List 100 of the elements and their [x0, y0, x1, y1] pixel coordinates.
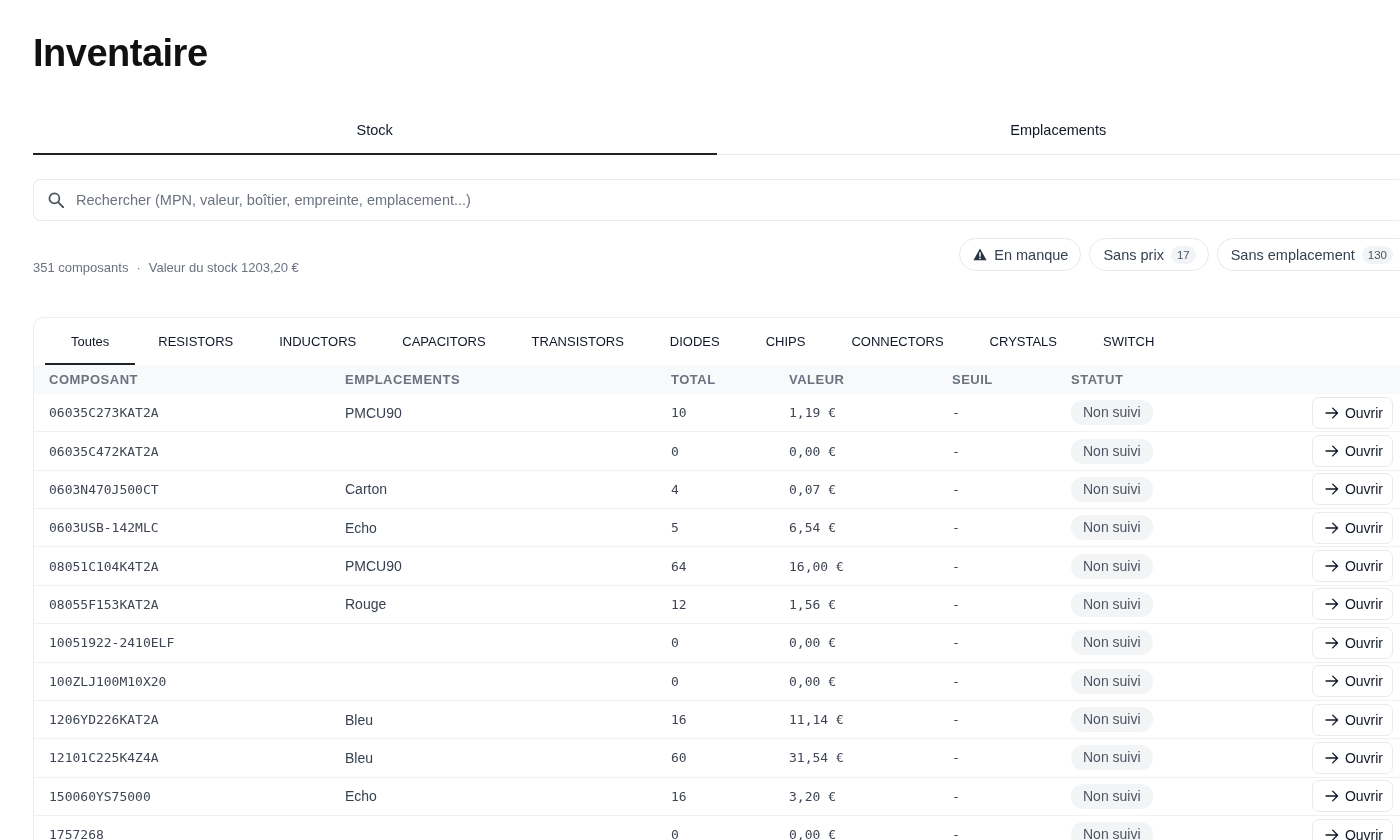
category-tab[interactable]: INDUCTORS — [256, 318, 380, 365]
table-cell-text: Bleu — [345, 711, 375, 728]
table-cell-text: - — [952, 635, 961, 651]
table-cell-text: Echo — [345, 519, 378, 536]
table-cell-text: 100ZLJ100M10X20 — [49, 673, 168, 689]
status-badge: Non suivi — [1071, 515, 1153, 541]
open-button[interactable]: Ouvrir — [1311, 435, 1393, 468]
column-header: TOTAL — [671, 372, 717, 387]
table-cell-text: PMCU90 — [345, 558, 403, 575]
view-tab[interactable]: Emplacements — [716, 106, 1400, 155]
status-badge: Non suivi — [1071, 822, 1153, 840]
table-cell-text: 08051C104K4T2A — [49, 558, 160, 574]
filter-chip[interactable]: Sans prix 17 — [1089, 238, 1209, 271]
table-cell-text: 10051922-2410ELF — [49, 635, 176, 651]
category-tab[interactable]: RESISTORS — [135, 318, 257, 365]
table-cell-text: 0,07 € — [789, 481, 837, 497]
table-cell-text: 16 — [671, 788, 688, 804]
open-button[interactable]: Ouvrir — [1311, 818, 1393, 840]
table-cell-text: 3,20 € — [789, 788, 837, 804]
arrow-right-icon — [1324, 406, 1339, 419]
table-cell-text: 1,19 € — [789, 405, 837, 421]
category-tab[interactable]: DIODES — [646, 318, 743, 365]
table-cell-text: 0 — [671, 673, 680, 689]
open-button[interactable]: Ouvrir — [1311, 665, 1393, 698]
filter-chip[interactable]: Sans emplacement 130 — [1216, 238, 1400, 271]
table-cell-text: Carton — [345, 481, 389, 498]
status-badge: Non suivi — [1071, 707, 1153, 733]
category-tab[interactable]: CAPACITORS — [379, 318, 509, 365]
table-cell-text: - — [952, 712, 961, 728]
stock-value: Valeur du stock 1203,20 € — [148, 259, 299, 277]
open-button[interactable]: Ouvrir — [1311, 550, 1393, 583]
table-cell-text: 0 — [671, 635, 680, 651]
status-badge: Non suivi — [1071, 553, 1153, 579]
table-cell-text: - — [952, 520, 961, 536]
status-badge: Non suivi — [1071, 400, 1153, 426]
arrow-right-icon — [1324, 521, 1339, 534]
arrow-right-icon — [1324, 675, 1339, 688]
open-button[interactable]: Ouvrir — [1311, 780, 1393, 813]
count-badge: 17 — [1170, 245, 1196, 264]
open-button[interactable]: Ouvrir — [1311, 511, 1393, 544]
column-header: SEUIL — [952, 372, 994, 387]
column-header: COMPOSANT — [49, 372, 139, 387]
arrow-right-icon — [1324, 560, 1339, 573]
search-field[interactable]: Rechercher (MPN, valeur, boîtier, empreinte, emplacement...) — [33, 179, 1400, 221]
table-cell-text: - — [952, 405, 961, 421]
open-button[interactable]: Ouvrir — [1311, 473, 1393, 506]
category-tab[interactable]: TRANSISTORS — [508, 318, 647, 365]
open-button[interactable]: Ouvrir — [1311, 703, 1393, 736]
arrow-right-icon — [1324, 751, 1339, 764]
table-cell-text: 16,00 € — [789, 558, 845, 574]
table-cell-text: 1,56 € — [789, 596, 837, 612]
open-button[interactable]: Ouvrir — [1311, 588, 1393, 621]
search-icon — [48, 192, 64, 208]
view-tab[interactable]: Stock — [33, 106, 717, 155]
table-cell-text: 0603USB-142MLC — [49, 520, 160, 536]
arrow-right-icon — [1324, 828, 1339, 840]
table-cell-text: 0 — [671, 443, 680, 459]
category-tab[interactable]: CONNECTORS — [828, 318, 967, 365]
table-cell-text: Rouge — [345, 596, 388, 613]
status-badge: Non suivi — [1071, 630, 1153, 656]
table-cell-text: Bleu — [345, 749, 375, 766]
warning-icon — [973, 248, 988, 261]
filter-chip[interactable]: En manque — [959, 238, 1082, 271]
open-button[interactable]: Ouvrir — [1311, 741, 1393, 774]
table-cell-text: 5 — [671, 520, 680, 536]
table-cell-text: Echo — [345, 788, 378, 805]
table-cell-text: 64 — [671, 558, 688, 574]
open-button[interactable]: Ouvrir — [1311, 626, 1393, 659]
table-cell-text: PMCU90 — [345, 404, 403, 421]
arrow-right-icon — [1324, 445, 1339, 458]
column-header: STATUT — [1071, 372, 1125, 387]
table-cell-text: 60 — [671, 750, 688, 766]
arrow-right-icon — [1324, 713, 1339, 726]
table-cell-text: - — [952, 827, 961, 840]
table-cell-text: 06035C472KAT2A — [49, 443, 160, 459]
table-cell-text: 1206YD226KAT2A — [49, 712, 160, 728]
status-badge: Non suivi — [1071, 476, 1153, 502]
arrow-right-icon — [1324, 636, 1339, 649]
category-tab[interactable]: CHIPS — [742, 318, 829, 365]
status-badge: Non suivi — [1071, 783, 1153, 809]
table-cell-text: 6,54 € — [789, 520, 837, 536]
component-count: 351 composants — [33, 259, 129, 277]
table-cell-text: - — [952, 750, 961, 766]
status-badge: Non suivi — [1071, 668, 1153, 694]
category-tab[interactable]: CRYSTALS — [966, 318, 1081, 365]
table-cell-text: - — [952, 596, 961, 612]
table-cell-text: - — [952, 481, 961, 497]
table-cell-text: 31,54 € — [789, 750, 845, 766]
arrow-right-icon — [1324, 790, 1339, 803]
table-cell-text: 0,00 € — [789, 443, 837, 459]
open-button[interactable]: Ouvrir — [1311, 396, 1393, 429]
category-tab[interactable]: SWITCH — [1080, 318, 1178, 365]
table-cell-text: - — [952, 673, 961, 689]
table-cell-text: 10 — [671, 405, 688, 421]
table-cell-text: - — [952, 443, 961, 459]
table-cell-text: 150060YS75000 — [49, 788, 152, 804]
table-cell-text: 4 — [671, 481, 680, 497]
table-cell-text: 11,14 € — [789, 712, 845, 728]
table-cell-text: 16 — [671, 712, 688, 728]
table-cell-text: - — [952, 788, 961, 804]
